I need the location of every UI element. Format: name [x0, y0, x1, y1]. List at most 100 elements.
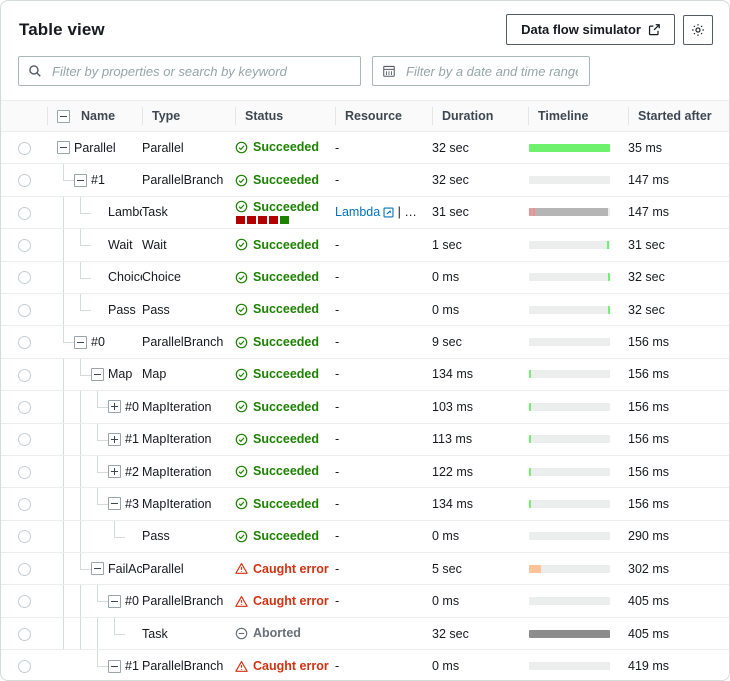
timeline-bar: [529, 402, 610, 411]
table-row[interactable]: ATask Aborted 32 sec 405 ms: [1, 617, 729, 651]
row-radio[interactable]: [17, 271, 31, 285]
search-input[interactable]: [50, 62, 351, 80]
row-radio[interactable]: [17, 400, 31, 414]
row-radio[interactable]: [17, 141, 31, 155]
row-duration-cell: 0 ms: [432, 293, 528, 327]
table-row[interactable]: #1 ParallelBranch Caught error - 0 ms 419 ms: [1, 650, 729, 680]
table-row[interactable]: Map Map Succeeded - 134 ms 156 ms: [1, 358, 729, 392]
row-radio[interactable]: [17, 530, 31, 544]
row-name-cell: #0: [47, 584, 142, 618]
row-name-cell: FailAct: [47, 552, 142, 586]
row-radio[interactable]: [17, 303, 31, 317]
minus-circle-icon: [235, 627, 248, 640]
row-radio[interactable]: [17, 627, 31, 641]
row-type-cell: MapIteration: [142, 423, 235, 456]
row-radio[interactable]: [17, 368, 31, 382]
status-badge: Succeeded: [235, 336, 335, 349]
row-radio[interactable]: [17, 433, 31, 447]
table-row[interactable]: #2 MapIteration Succeeded - 122 ms 156 ms: [1, 455, 729, 489]
row-started-after-cell: 302 ms: [628, 552, 729, 586]
expand-icon[interactable]: [108, 400, 121, 414]
row-type-cell: ParallelBranch: [142, 584, 235, 618]
expand-icon[interactable]: [108, 465, 121, 479]
table-row[interactable]: LambdTaskSucceededLambda | …31 sec147 ms: [1, 196, 729, 230]
data-flow-simulator-button[interactable]: Data flow simulator: [506, 14, 675, 45]
row-name-label: #0: [125, 399, 139, 414]
resource-overflow: | …: [394, 205, 417, 220]
row-resource-cell: Lambda | …: [335, 196, 432, 230]
row-type-cell: ParallelBranch: [142, 325, 235, 359]
table-row[interactable]: #1 MapIteration Succeeded - 113 ms 156 ms: [1, 423, 729, 456]
row-type-cell: Map: [142, 358, 235, 392]
status-badge: Succeeded: [235, 271, 335, 284]
collapse-icon[interactable]: [91, 367, 104, 381]
settings-button[interactable]: [683, 14, 713, 45]
resource-empty: -: [335, 302, 340, 317]
row-status-cell: Caught error: [235, 584, 335, 618]
row-name-label: #1: [125, 432, 139, 447]
row-radio[interactable]: [17, 595, 31, 609]
row-radio[interactable]: [17, 206, 31, 220]
date-range-input[interactable]: [404, 62, 580, 80]
row-timeline-cell: [528, 487, 628, 521]
row-name-label: Parallel: [74, 140, 116, 155]
table-row[interactable]: FailActParallel Caught error- 5 sec 302 ms: [1, 552, 729, 586]
timeline-segment: [529, 597, 610, 606]
collapse-icon[interactable]: [74, 335, 87, 349]
date-range-field[interactable]: [372, 56, 590, 86]
collapse-icon[interactable]: [108, 659, 121, 673]
table-row[interactable]: #0 MapIteration Succeeded - 103 ms 156 ms: [1, 390, 729, 424]
timeline-segment: [529, 370, 531, 379]
table-row[interactable]: Wait Wait Succeeded - 1 sec 31 sec: [1, 228, 729, 262]
search-field[interactable]: [18, 56, 361, 86]
column-header-started-after-label: Started after: [638, 109, 712, 123]
row-started-after-cell: 156 ms: [628, 390, 729, 424]
page-title: Table view: [19, 19, 105, 39]
status-label: Caught error: [253, 658, 329, 673]
column-header-select: [1, 100, 47, 132]
collapse-icon[interactable]: [108, 497, 121, 511]
timeline-segment: [530, 208, 608, 217]
collapse-icon[interactable]: [108, 594, 121, 608]
status-label: Succeeded: [253, 367, 320, 382]
external-link-icon: [383, 207, 394, 218]
collapse-icon[interactable]: [91, 562, 104, 576]
timeline-segment: [529, 629, 610, 638]
table-row[interactable]: #1 ParallelBranch Succeeded - 32 sec 147 ms: [1, 163, 729, 197]
expand-icon[interactable]: [108, 432, 121, 446]
row-radio[interactable]: [17, 660, 31, 674]
status-label: Aborted: [253, 626, 301, 641]
check-circle-icon: [235, 368, 248, 381]
check-circle-icon: [235, 303, 248, 316]
table-row[interactable]: ChoiceChoice Succeeded - 0 ms 32 sec: [1, 261, 729, 294]
row-started-after-cell: 405 ms: [628, 584, 729, 618]
row-name-cell: P: [47, 520, 142, 554]
row-radio[interactable]: [17, 336, 31, 350]
table-row[interactable]: PPass Succeeded- 0 ms 290 ms: [1, 520, 729, 554]
row-status-cell: Succeeded: [235, 163, 335, 197]
timeline-segment: [529, 564, 542, 573]
table-row[interactable]: Parallel Parallel Succeeded - 32 sec 35 ms: [1, 131, 729, 165]
check-circle-icon: [235, 174, 248, 187]
row-radio[interactable]: [17, 465, 31, 479]
collapse-all-icon[interactable]: [57, 109, 70, 123]
row-radio[interactable]: [17, 562, 31, 576]
search-icon: [28, 64, 42, 78]
table-row[interactable]: #0 ParallelBranch Succeeded - 9 sec 156 ms: [1, 325, 729, 359]
status-badge: Succeeded: [235, 238, 335, 251]
row-radio[interactable]: [17, 498, 31, 512]
row-status-cell: Aborted: [235, 617, 335, 651]
table-row[interactable]: #0 ParallelBranch Caught error - 0 ms 405 ms: [1, 584, 729, 618]
resource-link[interactable]: Lambda: [335, 205, 394, 219]
timeline-segment: [529, 435, 531, 444]
column-header-name: Name: [47, 100, 142, 132]
row-started-after-cell: 147 ms: [628, 196, 729, 230]
table-row[interactable]: Pass Pass Succeeded - 0 ms 32 sec: [1, 293, 729, 327]
row-timeline-cell: [528, 261, 628, 294]
row-radio[interactable]: [17, 174, 31, 188]
row-started-after-cell: 156 ms: [628, 325, 729, 359]
collapse-icon[interactable]: [74, 173, 87, 187]
table-row[interactable]: #3 MapIteration Succeeded - 134 ms 156 ms: [1, 487, 729, 521]
row-radio[interactable]: [17, 238, 31, 252]
collapse-icon[interactable]: [57, 141, 70, 155]
